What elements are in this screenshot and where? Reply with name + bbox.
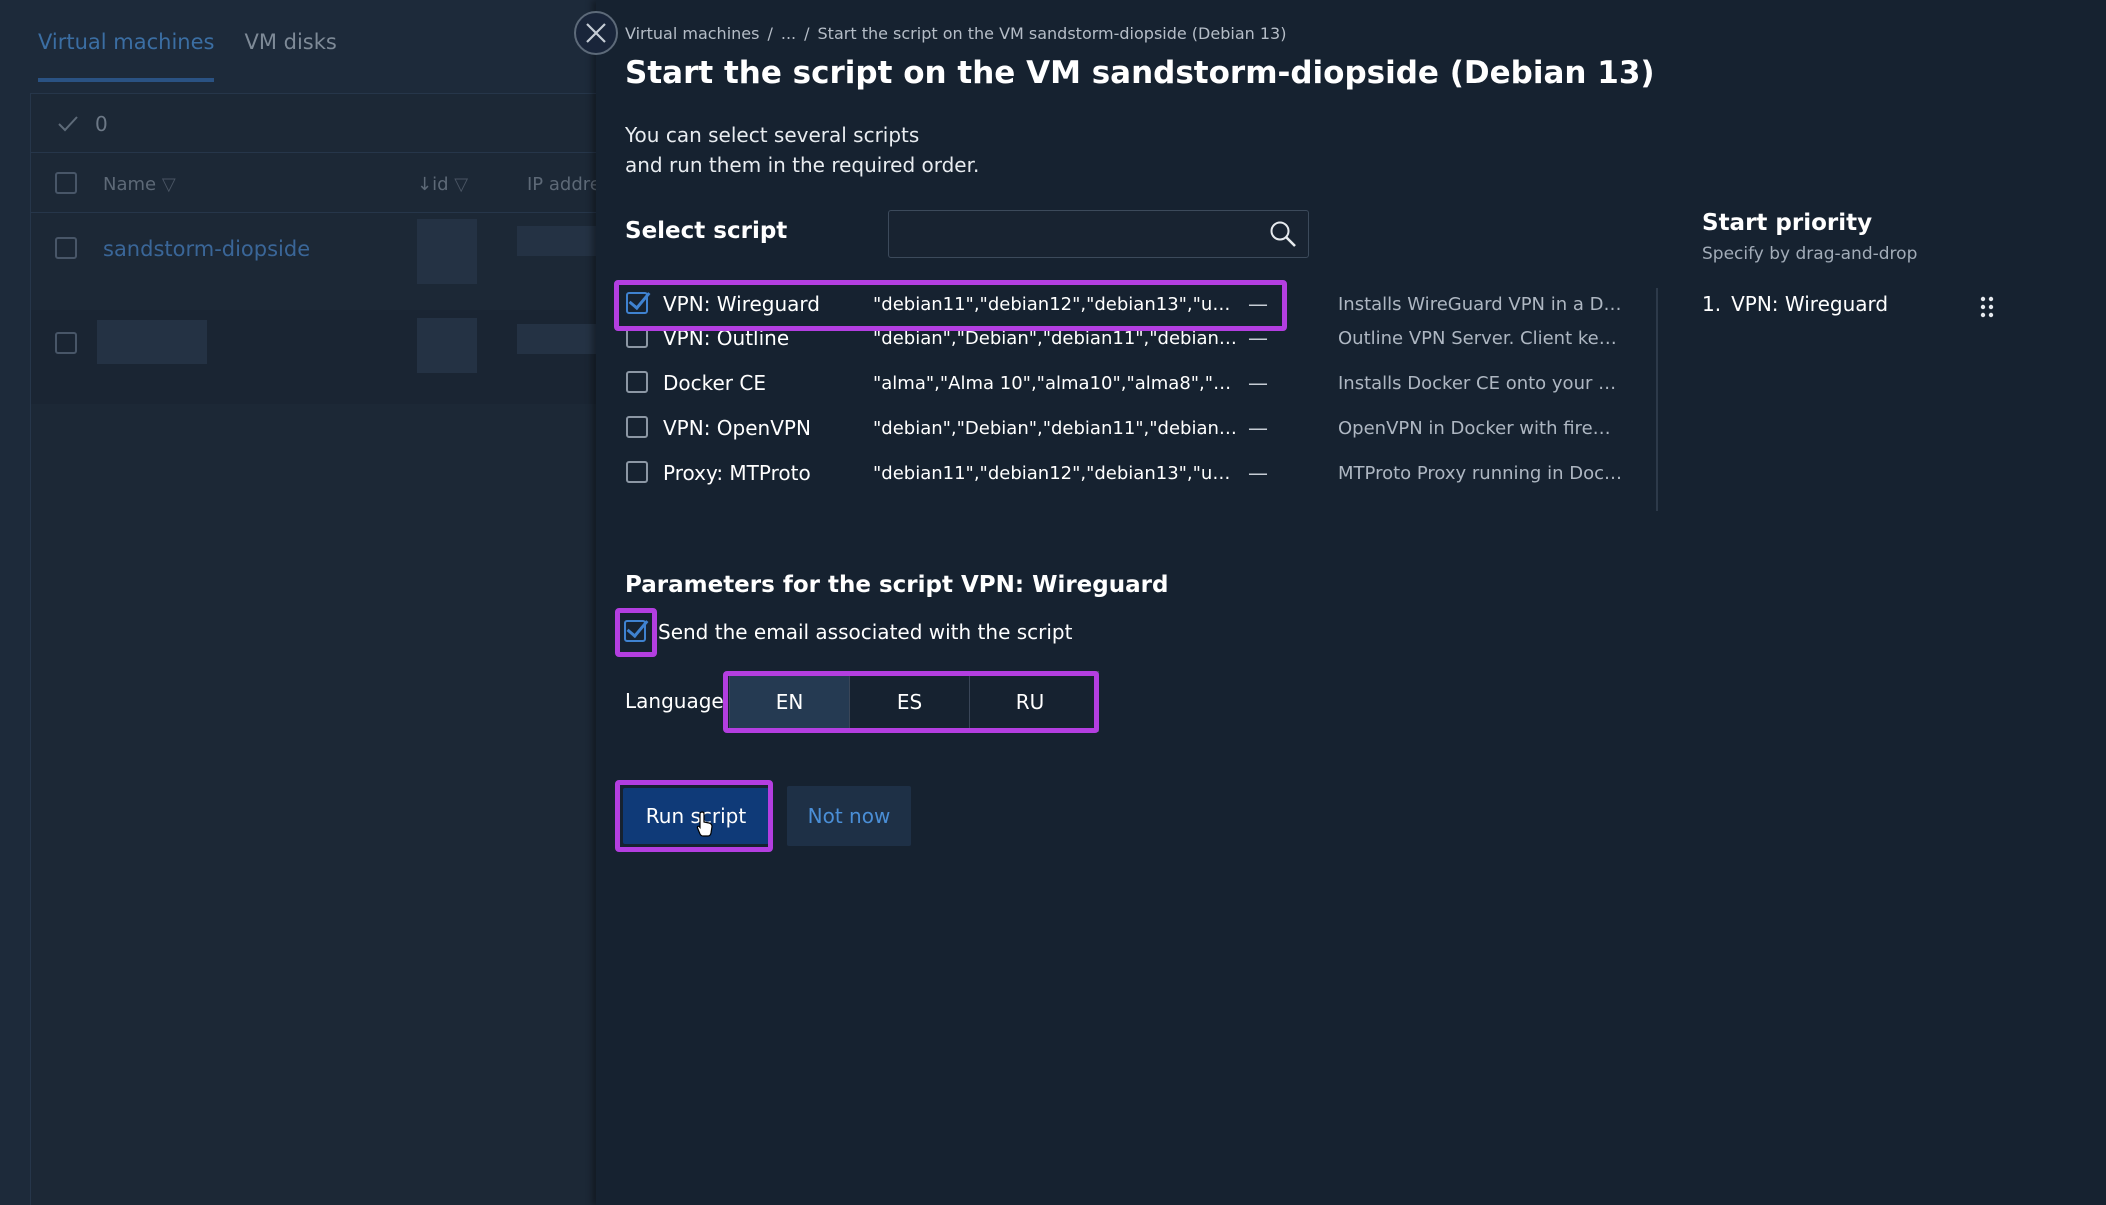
script-description: Installs Docker CE onto your server xyxy=(1338,373,1622,394)
priority-index: 1. xyxy=(1702,292,1722,316)
params-title: Parameters for the script VPN: Wireguard xyxy=(625,572,1169,598)
script-os-list: "alma","Alma 10","alma10","alma8","alma9… xyxy=(873,373,1238,394)
tab-vm-disks[interactable]: VM disks xyxy=(244,30,336,82)
script-os-list: "debian","Debian","debian11","debian12",… xyxy=(873,328,1238,349)
priority-subtitle: Specify by drag-and-drop xyxy=(1702,244,1918,264)
priority-title: Start priority xyxy=(1702,210,1873,236)
select-script-label: Select script xyxy=(625,218,788,244)
script-name: Docker CE xyxy=(663,371,766,395)
breadcrumb-separator: / xyxy=(767,24,773,43)
column-id[interactable]: ↓id ▽ xyxy=(417,174,468,195)
send-email-label[interactable]: Send the email associated with the scrip… xyxy=(658,620,1072,644)
breadcrumb: Virtual machines / ... / Start the scrip… xyxy=(625,24,1286,43)
blurred-cell xyxy=(97,320,207,364)
blurred-cell xyxy=(417,219,477,284)
close-icon xyxy=(586,23,606,43)
script-search-input[interactable] xyxy=(888,210,1309,258)
script-name: VPN: OpenVPN xyxy=(663,416,811,440)
script-row-mtproto[interactable]: Proxy: MTProto "debian11","debian12","de… xyxy=(612,449,1622,495)
vm-name-link[interactable]: sandstorm-diopside xyxy=(103,237,310,261)
not-now-button[interactable]: Not now xyxy=(787,786,911,846)
script-description: Outline VPN Server. Client key access xyxy=(1338,328,1622,349)
selected-count: 0 xyxy=(95,112,108,136)
divider xyxy=(31,212,597,213)
background-tabs: Virtual machines VM disks xyxy=(38,30,337,82)
table-row xyxy=(31,310,597,404)
breadcrumb-current: Start the script on the VM sandstorm-dio… xyxy=(817,24,1287,43)
divider xyxy=(1656,288,1658,511)
blurred-cell xyxy=(417,318,477,373)
script-description: OpenVPN in Docker with firewall rules xyxy=(1338,418,1622,439)
divider xyxy=(31,152,597,153)
run-script-drawer xyxy=(596,0,2106,1205)
row-checkbox[interactable] xyxy=(55,332,77,354)
script-row-docker[interactable]: Docker CE "alma","Alma 10","alma10","alm… xyxy=(612,359,1622,405)
page-title: Start the script on the VM sandstorm-dio… xyxy=(625,55,1655,91)
close-button[interactable] xyxy=(574,11,618,55)
drag-handle-icon[interactable] xyxy=(1979,295,1995,319)
script-os-list: "debian11","debian12","debian13","ubuntu… xyxy=(873,463,1238,484)
highlight-frame xyxy=(614,280,1287,331)
highlight-frame xyxy=(615,780,773,852)
intro-text: You can select several scripts and run t… xyxy=(625,123,980,177)
search-icon[interactable] xyxy=(1268,219,1298,249)
script-dash: — xyxy=(1248,371,1268,395)
select-all-checkbox[interactable] xyxy=(55,172,77,194)
script-name: Proxy: MTProto xyxy=(663,461,811,485)
blurred-cell xyxy=(517,324,597,354)
language-label: Language xyxy=(625,689,724,713)
row-checkbox[interactable] xyxy=(55,237,77,259)
priority-item[interactable]: 1. VPN: Wireguard xyxy=(1702,292,1888,316)
background-page: Virtual machines VM disks 0 Name ▽ ↓id ▽… xyxy=(0,0,610,1205)
script-checkbox[interactable] xyxy=(626,461,648,483)
script-os-list: "debian","Debian","debian11","debian12",… xyxy=(873,418,1238,439)
tab-virtual-machines[interactable]: Virtual machines xyxy=(38,30,215,82)
check-icon xyxy=(58,116,78,132)
highlight-frame xyxy=(615,608,657,657)
script-description: Installs WireGuard VPN in a Docker conta… xyxy=(1338,294,1622,315)
script-dash: — xyxy=(1248,461,1268,485)
vm-table: 0 Name ▽ ↓id ▽ IP addres sandstorm-diops… xyxy=(30,93,610,1205)
highlight-frame xyxy=(723,671,1099,733)
script-dash: — xyxy=(1248,416,1268,440)
script-checkbox[interactable] xyxy=(626,371,648,393)
script-row-openvpn[interactable]: VPN: OpenVPN "debian","Debian","debian11… xyxy=(612,404,1622,450)
script-description: MTProto Proxy running in Docker xyxy=(1338,463,1622,484)
script-checkbox[interactable] xyxy=(626,416,648,438)
breadcrumb-ellipsis[interactable]: ... xyxy=(781,24,796,43)
blurred-cell xyxy=(517,226,597,256)
column-name[interactable]: Name ▽ xyxy=(103,174,176,195)
priority-name: VPN: Wireguard xyxy=(1731,292,1889,316)
breadcrumb-separator: / xyxy=(804,24,810,43)
selection-counter: 0 xyxy=(57,112,108,136)
pointer-cursor-icon xyxy=(696,811,713,837)
breadcrumb-virtual-machines[interactable]: Virtual machines xyxy=(625,24,759,43)
